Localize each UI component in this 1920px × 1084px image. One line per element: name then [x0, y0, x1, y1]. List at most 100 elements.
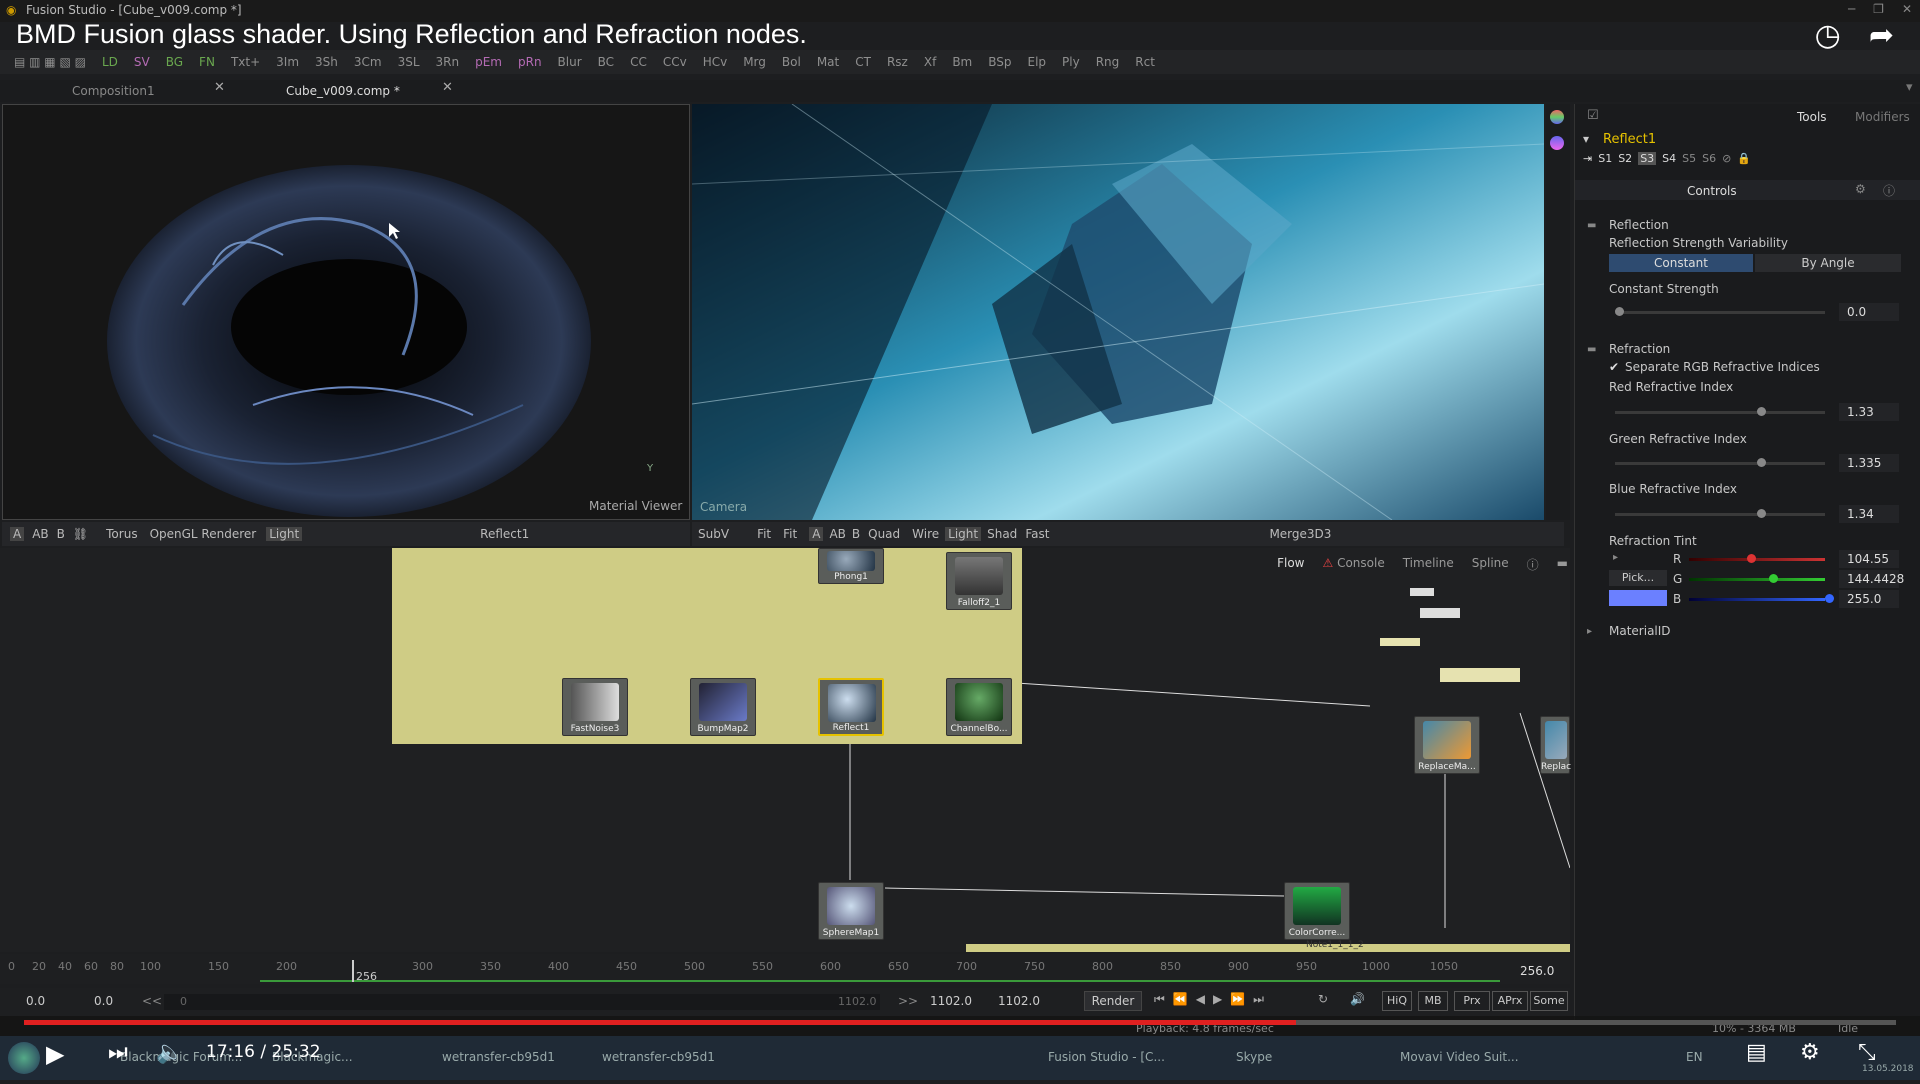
info-icon[interactable]: ⓘ	[1883, 182, 1895, 199]
node-reflect[interactable]: Reflect1	[818, 678, 884, 736]
tool-hcv[interactable]: HCv	[703, 55, 728, 69]
pin-icon[interactable]: ⇥	[1583, 152, 1592, 165]
blue-index-value[interactable]: 1.34	[1839, 505, 1899, 523]
tab-flow[interactable]: Flow	[1277, 556, 1304, 573]
language-indicator[interactable]: EN	[1686, 1042, 1703, 1072]
tool-ct[interactable]: CT	[855, 55, 871, 69]
by-angle-option[interactable]: By Angle	[1755, 254, 1901, 272]
quad-button[interactable]: Quad	[868, 527, 900, 541]
gear-icon[interactable]: ⚙	[1855, 182, 1866, 196]
tint-g-value[interactable]: 144.4428	[1839, 570, 1904, 588]
tab-modifiers[interactable]: Modifiers	[1855, 110, 1910, 124]
playhead[interactable]	[352, 960, 354, 982]
next-icon[interactable]: ⏭	[108, 1040, 128, 1065]
mb-button[interactable]: MB	[1418, 991, 1448, 1011]
collapse-icon[interactable]: ▬	[1587, 344, 1596, 355]
aprx-button[interactable]: APrx	[1492, 991, 1528, 1011]
slot-s6[interactable]: S6	[1702, 152, 1716, 165]
green-index-value[interactable]: 1.335	[1839, 454, 1899, 472]
taskbar-item-folder2[interactable]: wetransfer-cb95d1	[602, 1042, 715, 1072]
volume-icon[interactable]: 🔈	[156, 1040, 183, 1065]
channel-b-button[interactable]: B	[852, 527, 860, 541]
blue-index-knob[interactable]	[1757, 509, 1766, 518]
minimize-icon[interactable]: ─	[1848, 2, 1855, 16]
settings-icon[interactable]: ⚙	[1800, 1040, 1820, 1065]
taskbar-item-folder1[interactable]: wetransfer-cb95d1	[442, 1042, 555, 1072]
tint-g-slider[interactable]	[1689, 578, 1825, 581]
node-name-header[interactable]: Reflect1	[1603, 132, 1656, 147]
node-colorcorrector[interactable]: ColorCorre...	[1284, 882, 1350, 940]
constant-strength-value[interactable]: 0.0	[1839, 303, 1899, 321]
tool-rng[interactable]: Rng	[1096, 55, 1120, 69]
hiq-button[interactable]: HiQ	[1382, 991, 1412, 1011]
channel-a-button[interactable]: A	[809, 527, 824, 541]
tab-tools[interactable]: Tools	[1797, 110, 1827, 124]
expand-icon[interactable]: ▸	[1613, 552, 1618, 563]
reflection-section[interactable]: Reflection	[1609, 218, 1669, 232]
node-channelbool[interactable]: ChannelBo...	[946, 678, 1012, 736]
tool-bol[interactable]: Bol	[782, 55, 801, 69]
taskbar-item-movavi[interactable]: Movavi Video Suit...	[1400, 1042, 1519, 1072]
tool-pem[interactable]: pEm	[475, 55, 502, 69]
tool-bsp[interactable]: BSp	[988, 55, 1011, 69]
tool-mrg[interactable]: Mrg	[743, 55, 766, 69]
refraction-section[interactable]: Refraction	[1609, 342, 1670, 356]
tint-r-slider[interactable]	[1689, 558, 1825, 561]
node-fastnoise[interactable]: FastNoise3	[562, 678, 628, 736]
channel-ab-button[interactable]: AB	[829, 527, 845, 541]
tool-elp[interactable]: Elp	[1028, 55, 1047, 69]
rewind-button[interactable]: <<	[142, 994, 162, 1008]
red-index-value[interactable]: 1.33	[1839, 403, 1899, 421]
node-bumpmap[interactable]: BumpMap2	[690, 678, 756, 736]
global-start-field[interactable]: 0.0	[26, 994, 45, 1008]
maximize-icon[interactable]: ❐	[1873, 2, 1884, 16]
tool-xf[interactable]: Xf	[924, 55, 936, 69]
collapse-icon[interactable]: ▾	[1583, 132, 1589, 146]
tool-3rn[interactable]: 3Rn	[436, 55, 460, 69]
slot-s3[interactable]: S3	[1638, 152, 1657, 165]
light-button[interactable]: Light	[266, 527, 303, 541]
forward-button[interactable]: >>	[898, 994, 918, 1008]
tool-prn[interactable]: pRn	[518, 55, 542, 69]
chat-icon[interactable]: ▬	[1557, 556, 1568, 573]
close-icon[interactable]: ✕	[1902, 2, 1912, 16]
slot-s4[interactable]: S4	[1662, 152, 1676, 165]
render-button[interactable]: Render	[1084, 991, 1142, 1011]
tint-r-knob[interactable]	[1747, 554, 1756, 563]
render-end-field[interactable]: 1102.0	[930, 994, 972, 1008]
tool-ld[interactable]: LD	[102, 55, 118, 69]
channel-ab-button[interactable]: AB	[32, 527, 48, 541]
tool-3sh[interactable]: 3Sh	[315, 55, 338, 69]
controls-header[interactable]: Controls	[1687, 184, 1737, 198]
tint-b-value[interactable]: 255.0	[1839, 590, 1899, 608]
constant-strength-knob[interactable]	[1615, 307, 1624, 316]
captions-icon[interactable]: ▤	[1746, 1040, 1767, 1065]
watch-later-icon[interactable]: ◷	[1815, 18, 1841, 53]
tool-blur[interactable]: Blur	[558, 55, 582, 69]
tool-sv[interactable]: SV	[134, 55, 150, 69]
tint-g-knob[interactable]	[1769, 574, 1778, 583]
light-button[interactable]: Light	[945, 527, 982, 541]
tool-3sl[interactable]: 3SL	[398, 55, 420, 69]
separate-rgb-checkbox[interactable]: ✔	[1609, 360, 1619, 374]
close-icon[interactable]: ✕	[214, 80, 225, 95]
some-button[interactable]: Some	[1530, 991, 1568, 1011]
tab-composition1[interactable]: Composition1	[72, 80, 155, 102]
time-scrubber[interactable]	[164, 994, 880, 1010]
channel-b-button[interactable]: B	[57, 527, 65, 541]
render-start-field[interactable]: 0.0	[94, 994, 113, 1008]
layout-icons[interactable]: ▤ ▥ ▦ ▧ ▨	[14, 55, 86, 69]
constant-option[interactable]: Constant	[1609, 254, 1753, 272]
node-replacematerial[interactable]: ReplaceMa...	[1414, 716, 1480, 774]
node-replace-2[interactable]: Replac	[1540, 716, 1571, 774]
tool-txt[interactable]: Txt+	[231, 55, 260, 69]
tab-spline[interactable]: Spline	[1472, 556, 1509, 573]
panel-toggle-icon[interactable]: ☑	[1587, 108, 1599, 123]
taskbar-item-skype[interactable]: Skype	[1236, 1042, 1272, 1072]
tint-r-value[interactable]: 104.55	[1839, 550, 1899, 568]
chevron-down-icon[interactable]: ▾	[1906, 80, 1913, 95]
3d-viewer[interactable]: Camera	[692, 104, 1544, 520]
constant-strength-slider[interactable]	[1615, 311, 1825, 314]
tool-cc[interactable]: CC	[630, 55, 647, 69]
tab-cube-comp[interactable]: Cube_v009.comp *	[286, 80, 400, 102]
